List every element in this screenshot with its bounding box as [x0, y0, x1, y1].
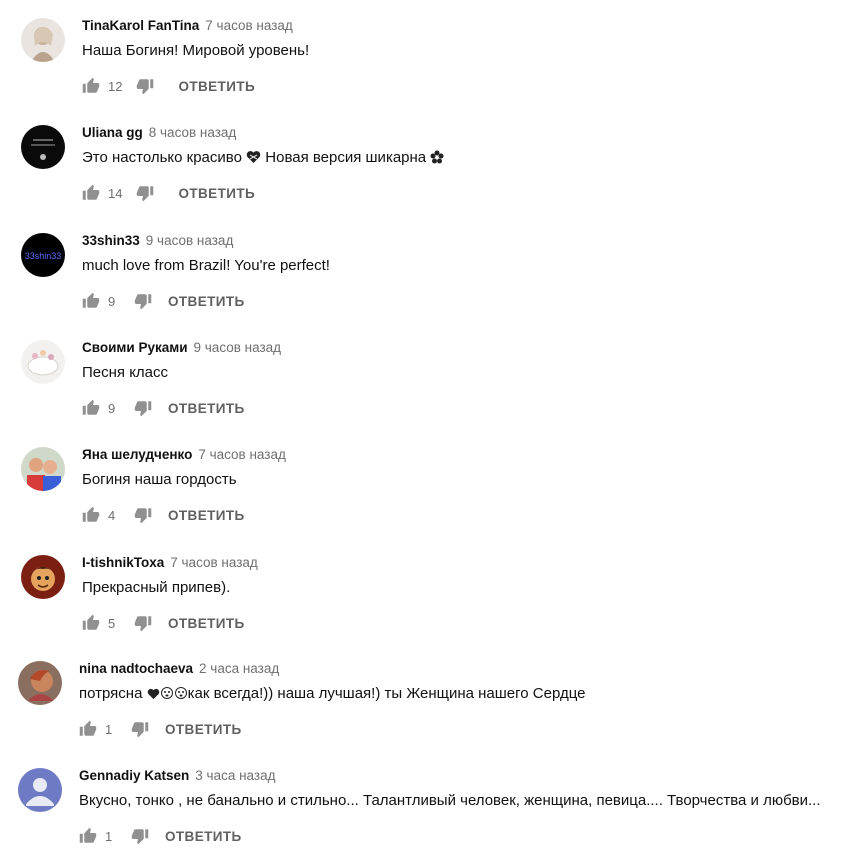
author-name[interactable]: Uliana gg — [82, 125, 143, 140]
comment-actions: 14 ОТВЕТИТЬ — [82, 183, 255, 203]
thumb-up-icon[interactable] — [82, 399, 100, 417]
reply-button[interactable]: ОТВЕТИТЬ — [168, 401, 245, 416]
comment-text: Песня класс — [82, 364, 169, 381]
comment-text: Наша Богиня! Мировой уровень! — [82, 42, 310, 59]
comment-text: much love from Brazil! You're perfect! — [82, 257, 330, 274]
smiley-emoji-icon — [160, 686, 174, 704]
comment-text: Богиня наша гордость — [82, 471, 237, 488]
comment-item: I-tishnikToxa 7 часов назад Прекрасный пр… — [0, 555, 866, 655]
comment-header: I-tishnikToxa 7 часов назад — [82, 555, 258, 573]
comment-header: Яна шелудченко 7 часов назад — [82, 447, 286, 465]
comment-text-part: Новая версия шикарна — [265, 149, 427, 166]
reply-button[interactable]: ОТВЕТИТЬ — [168, 616, 245, 631]
like-count: 4 — [108, 507, 116, 523]
heart-emoji-icon — [147, 687, 160, 704]
like-count: 1 — [105, 828, 113, 844]
thumb-up-icon[interactable] — [82, 77, 100, 95]
thumb-up-icon[interactable] — [79, 720, 97, 738]
comment-actions: 1 ОТВЕТИТЬ — [79, 826, 242, 846]
reply-button[interactable]: ОТВЕТИТЬ — [178, 79, 255, 94]
avatar[interactable] — [21, 555, 65, 599]
like-count: 1 — [105, 721, 113, 737]
avatar[interactable] — [21, 18, 65, 62]
comment-actions: 4 ОТВЕТИТЬ — [82, 505, 245, 525]
comment-header: Своими Руками 9 часов назад — [82, 340, 281, 358]
heart-emoji-icon — [246, 150, 261, 168]
like-count: 9 — [108, 293, 116, 309]
comment-item: nina nadtochaeva 2 часа назад потрясна ка… — [0, 661, 866, 761]
avatar[interactable] — [21, 447, 65, 491]
comment-actions: 9 ОТВЕТИТЬ — [82, 291, 245, 311]
reply-button[interactable]: ОТВЕТИТЬ — [165, 829, 242, 844]
thumb-down-icon[interactable] — [134, 399, 152, 417]
author-name[interactable]: Своими Руками — [82, 340, 188, 355]
reply-button[interactable]: ОТВЕТИТЬ — [168, 294, 245, 309]
thumb-down-icon[interactable] — [136, 77, 154, 95]
like-count: 12 — [108, 78, 123, 94]
comment-header: 33shin33 9 часов назад — [82, 233, 233, 251]
comment-header: TinaKarol FanTina 7 часов назад — [82, 18, 293, 36]
avatar[interactable] — [18, 768, 62, 812]
thumb-up-icon[interactable] — [82, 292, 100, 310]
thumb-down-icon[interactable] — [131, 720, 149, 738]
thumb-up-icon[interactable] — [82, 506, 100, 524]
comment-text: Это настолько красиво Новая версия шикар… — [82, 149, 444, 168]
avatar[interactable] — [18, 661, 62, 705]
thumb-up-icon[interactable] — [79, 827, 97, 845]
reply-button[interactable]: ОТВЕТИТЬ — [168, 508, 245, 523]
comment-actions: 12 ОТВЕТИТЬ — [82, 76, 255, 96]
comment-time[interactable]: 9 часов назад — [194, 340, 282, 355]
comment-text: потрясна как всегда!)) наша лучшая!) ты … — [79, 685, 585, 704]
author-name[interactable]: TinaKarol FanTina — [82, 18, 199, 33]
avatar[interactable] — [21, 125, 65, 169]
avatar[interactable]: 33shin33 — [21, 233, 65, 277]
reply-button[interactable]: ОТВЕТИТЬ — [178, 186, 255, 201]
comment-time[interactable]: 7 часов назад — [170, 555, 258, 570]
comment-item: Gennadiy Katsen 3 часа назад Вкусно, тонк… — [0, 768, 866, 868]
comment-item: TinaKarol FanTina 7 часов назад Наша Боги… — [0, 18, 866, 118]
author-name[interactable]: nina nadtochaeva — [79, 661, 193, 676]
comment-header: nina nadtochaeva 2 часа назад — [79, 661, 279, 679]
flower-emoji-icon — [430, 150, 444, 168]
thumb-up-icon[interactable] — [82, 614, 100, 632]
author-name[interactable]: 33shin33 — [82, 233, 140, 248]
comment-header: Gennadiy Katsen 3 часа назад — [79, 768, 275, 786]
comment-time[interactable]: 9 часов назад — [146, 233, 234, 248]
comment-item: Uliana gg 8 часов назад Это настолько кра… — [0, 125, 866, 225]
comment-actions: 9 ОТВЕТИТЬ — [82, 398, 245, 418]
comment-text-part: потрясна — [79, 685, 147, 702]
like-count: 9 — [108, 400, 116, 416]
thumb-down-icon[interactable] — [134, 614, 152, 632]
avatar-text: 33shin33 — [25, 251, 62, 261]
comment-actions: 5 ОТВЕТИТЬ — [82, 613, 245, 633]
comment-text-part: как всегда!)) наша лучшая!) ты Женщина н… — [187, 685, 586, 702]
comment-actions: 1 ОТВЕТИТЬ — [79, 719, 242, 739]
comment-time[interactable]: 2 часа назад — [199, 661, 279, 676]
comment-time[interactable]: 7 часов назад — [198, 447, 286, 462]
thumb-down-icon[interactable] — [134, 292, 152, 310]
comment-time[interactable]: 7 часов назад — [205, 18, 293, 33]
smiley-emoji-icon — [174, 686, 188, 704]
comment-time[interactable]: 8 часов назад — [149, 125, 237, 140]
author-name[interactable]: Gennadiy Katsen — [79, 768, 189, 783]
comment-text: Прекрасный припев). — [82, 579, 231, 596]
thumb-down-icon[interactable] — [131, 827, 149, 845]
comment-text: Вкусно, тонко , не банально и стильно...… — [79, 792, 821, 809]
author-name[interactable]: Яна шелудченко — [82, 447, 192, 462]
comment-item: 33shin33 33shin33 9 часов назад much love… — [0, 233, 866, 333]
comment-item: Яна шелудченко 7 часов назад Богиня наша … — [0, 447, 866, 547]
comment-time[interactable]: 3 часа назад — [195, 768, 275, 783]
reply-button[interactable]: ОТВЕТИТЬ — [165, 722, 242, 737]
author-name[interactable]: I-tishnikToxa — [82, 555, 164, 570]
thumb-down-icon[interactable] — [134, 506, 152, 524]
comment-header: Uliana gg 8 часов назад — [82, 125, 236, 143]
like-count: 5 — [108, 615, 116, 631]
like-count: 14 — [108, 185, 123, 201]
thumb-down-icon[interactable] — [136, 184, 154, 202]
comment-item: Своими Руками 9 часов назад Песня класс 9… — [0, 340, 866, 440]
thumb-up-icon[interactable] — [82, 184, 100, 202]
comment-text-part: Это настолько красиво — [82, 149, 242, 166]
avatar[interactable] — [21, 340, 65, 384]
